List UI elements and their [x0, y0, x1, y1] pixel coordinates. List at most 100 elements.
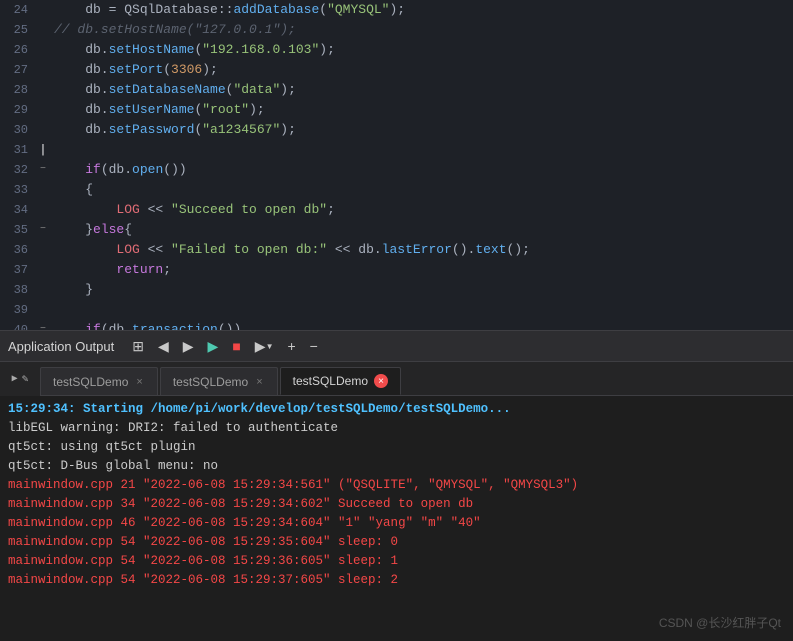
code-token-str: "Succeed to open db"	[171, 202, 327, 217]
output-line: libEGL warning: DRI2: failed to authenti…	[8, 419, 785, 438]
line-content: {	[50, 180, 793, 200]
tabs-container: ▶ ✎ testSQLDemo×testSQLDemo×testSQLDemo×	[0, 362, 793, 396]
code-token-plain: );	[280, 122, 296, 137]
code-token-plain: db = QSqlDatabase::	[54, 2, 233, 17]
line-content: db.setHostName("192.168.0.103");	[50, 40, 793, 60]
code-token-plain: db.	[54, 62, 109, 77]
code-token-plain	[54, 322, 85, 330]
code-token-fn: setUserName	[109, 102, 195, 117]
toolbar-next-btn[interactable]: ▶	[179, 336, 198, 357]
line-content: db.setPort(3306);	[50, 60, 793, 80]
code-token-fn: setHostName	[109, 42, 195, 57]
code-token-kw: return	[116, 262, 163, 277]
code-token-plain: <<	[140, 242, 171, 257]
line-content: db.setUserName("root");	[50, 100, 793, 120]
code-token-cmt: db.setHostName("127.0.0.1");	[77, 22, 295, 37]
code-line: 34 LOG << "Succeed to open db";	[0, 200, 793, 220]
output-content[interactable]: 15:29:34: Starting /home/pi/work/develop…	[0, 396, 793, 641]
code-token-num: 3306	[171, 62, 202, 77]
line-content: db.setPassword("a1234567");	[50, 120, 793, 140]
toolbar-debug-btn[interactable]: ▶▼	[251, 336, 278, 357]
output-line: 15:29:34: Starting /home/pi/work/develop…	[8, 400, 785, 419]
code-token-plain: << db.	[327, 242, 382, 257]
code-line: 30 db.setPassword("a1234567");	[0, 120, 793, 140]
code-token-plain: ;	[163, 262, 171, 277]
code-token-cmt: //	[54, 22, 77, 37]
tab-label: testSQLDemo	[53, 375, 128, 389]
tab-0[interactable]: testSQLDemo ×	[40, 367, 158, 395]
code-token-plain: (	[319, 2, 327, 17]
code-token-plain: (db.	[101, 162, 132, 177]
line-number: 37	[0, 260, 36, 280]
code-token-fn: transaction	[132, 322, 218, 330]
line-number: 38	[0, 280, 36, 300]
code-line: 39	[0, 300, 793, 320]
line-content: db = QSqlDatabase::addDatabase("QMYSQL")…	[50, 0, 793, 20]
code-line: 36 LOG << "Failed to open db:" << db.las…	[0, 240, 793, 260]
code-token-plain: (db.	[101, 322, 132, 330]
code-token-str: "Failed to open db:"	[171, 242, 327, 257]
line-number: 35	[0, 220, 36, 240]
line-content	[50, 300, 793, 320]
code-line: 35− }else{	[0, 220, 793, 240]
toolbar-format-btn[interactable]: ⊞	[128, 336, 148, 357]
code-token-plain	[54, 162, 85, 177]
code-token-plain: );	[390, 2, 406, 17]
tab-close-btn[interactable]: ×	[254, 375, 264, 389]
app-output-title: Application Output	[8, 339, 114, 354]
code-token-kw: else	[93, 222, 124, 237]
code-token-plain: <<	[140, 202, 171, 217]
code-token-plain: ())	[218, 322, 241, 330]
code-token-plain: db.	[54, 102, 109, 117]
line-number: 24	[0, 0, 36, 20]
line-indicator: −	[36, 220, 50, 240]
tab-close-btn[interactable]: ×	[134, 375, 144, 389]
code-token-fn: setPassword	[109, 122, 195, 137]
line-number: 31	[0, 140, 36, 160]
toolbar-run-btn[interactable]: ▶	[204, 336, 223, 357]
code-token-plain: ())	[163, 162, 186, 177]
code-line: 31|	[0, 140, 793, 160]
watermark: CSDN @长沙红胖子Qt	[659, 614, 781, 633]
code-line: 38 }	[0, 280, 793, 300]
code-token-fn: text	[475, 242, 506, 257]
toolbar-prev-btn[interactable]: ◀	[154, 336, 173, 357]
line-content: db.setDatabaseName("data");	[50, 80, 793, 100]
line-number: 25	[0, 20, 36, 40]
code-token-plain	[54, 242, 116, 257]
toolbar-remove-btn[interactable]: −	[306, 336, 322, 356]
output-line: mainwindow.cpp 46 "2022-06-08 15:29:34:6…	[8, 514, 785, 533]
line-number: 40	[0, 320, 36, 330]
code-token-plain: ();	[507, 242, 530, 257]
code-token-fn: setDatabaseName	[109, 82, 226, 97]
tab-label: testSQLDemo	[293, 374, 368, 388]
tab-close-btn[interactable]: ×	[374, 374, 388, 388]
line-number: 33	[0, 180, 36, 200]
code-token-plain: ;	[327, 202, 335, 217]
code-token-str: "root"	[202, 102, 249, 117]
tab-2[interactable]: testSQLDemo ×	[280, 367, 401, 395]
code-line: 25 // db.setHostName("127.0.0.1");	[0, 20, 793, 40]
code-line: 28 db.setDatabaseName("data");	[0, 80, 793, 100]
output-line: qt5ct: using qt5ct plugin	[8, 438, 785, 457]
line-number: 29	[0, 100, 36, 120]
code-token-kw: if	[85, 322, 101, 330]
fold-icon[interactable]: −	[40, 160, 46, 180]
tabs-bar: testSQLDemo×testSQLDemo×testSQLDemo×	[0, 362, 793, 396]
line-number: 26	[0, 40, 36, 60]
line-indicator: −	[36, 320, 50, 330]
toolbar-stop-btn[interactable]: ■	[228, 336, 244, 356]
code-token-plain: db.	[54, 82, 109, 97]
code-token-fn: setPort	[109, 62, 164, 77]
line-number: 27	[0, 60, 36, 80]
fold-icon[interactable]: −	[40, 220, 46, 240]
toolbar-add-btn[interactable]: +	[283, 336, 299, 356]
tab-1[interactable]: testSQLDemo×	[160, 367, 278, 395]
line-number: 32	[0, 160, 36, 180]
cursor-indicator: |	[39, 140, 46, 160]
fold-icon[interactable]: −	[40, 320, 46, 330]
code-token-plain: }	[54, 222, 93, 237]
code-token-fn: open	[132, 162, 163, 177]
line-content: // db.setHostName("127.0.0.1");	[50, 20, 793, 40]
left-panel-icons: ▶ ✎	[0, 362, 40, 396]
